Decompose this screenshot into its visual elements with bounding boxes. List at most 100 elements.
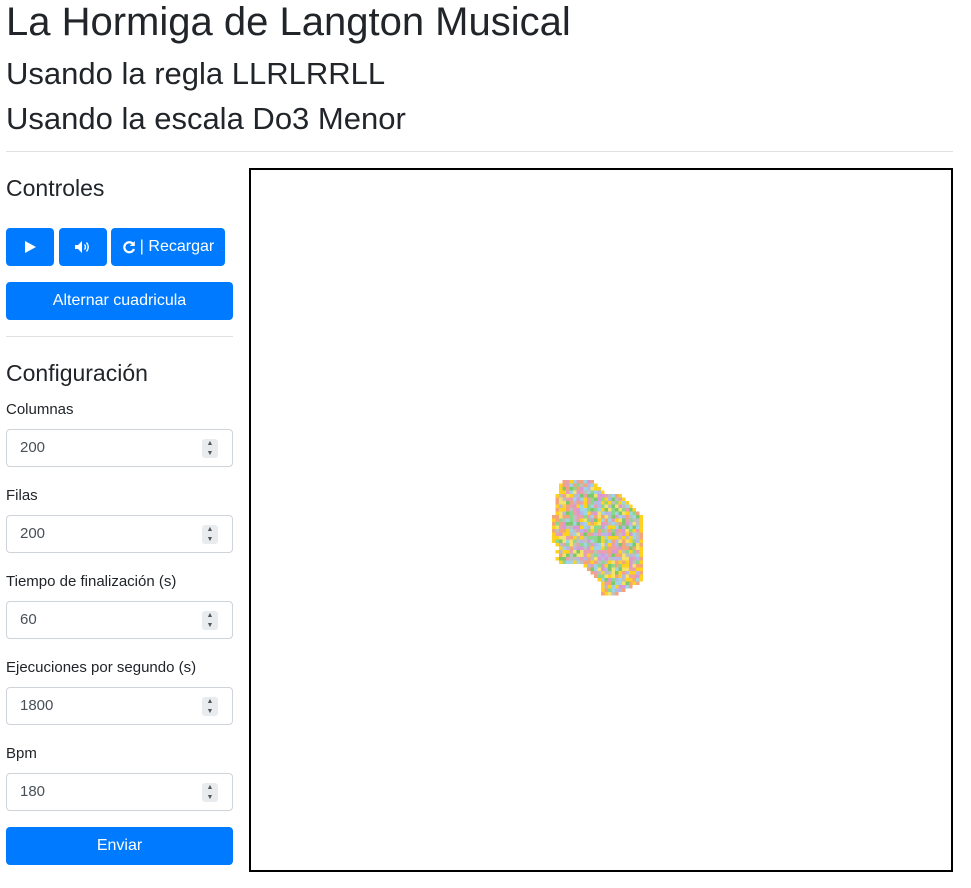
- reload-button[interactable]: | Recargar: [111, 228, 225, 266]
- grid-cell: [622, 539, 626, 543]
- grid-cell: [618, 543, 622, 547]
- sound-button[interactable]: [59, 228, 107, 266]
- grid-cell: [597, 529, 601, 533]
- grid-cell: [608, 585, 612, 589]
- grid-cell: [590, 483, 594, 487]
- bpm-input[interactable]: 180 ▲ ▼: [6, 773, 233, 811]
- bpm-stepper[interactable]: ▲ ▼: [202, 783, 218, 802]
- grid-cell: [615, 501, 619, 505]
- grid-cell: [555, 543, 559, 547]
- grid-cell: [618, 497, 622, 501]
- grid-cell: [562, 487, 566, 491]
- end-time-stepper[interactable]: ▲ ▼: [202, 611, 218, 630]
- play-button[interactable]: [6, 228, 54, 266]
- toggle-grid-button[interactable]: Alternar cuadricula: [6, 282, 233, 320]
- grid-cell: [632, 532, 636, 536]
- grid-cell: [587, 525, 591, 529]
- end-time-input[interactable]: 60 ▲ ▼: [6, 601, 233, 639]
- grid-cell: [615, 525, 619, 529]
- grid-cell: [622, 574, 626, 578]
- grid-cell: [611, 557, 615, 561]
- grid-cell: [615, 518, 619, 522]
- grid-cell: [590, 504, 594, 508]
- grid-cell: [632, 578, 636, 582]
- grid-cell: [587, 508, 591, 512]
- grid-cell: [611, 515, 615, 519]
- grid-cell: [601, 529, 605, 533]
- grid-cell: [590, 571, 594, 575]
- grid-cell: [576, 511, 580, 515]
- grid-cell: [580, 543, 584, 547]
- grid-cell: [594, 504, 598, 508]
- grid-cell: [615, 585, 619, 589]
- grid-cell: [573, 546, 577, 550]
- grid-cell: [590, 567, 594, 571]
- columns-stepper[interactable]: ▲ ▼: [202, 439, 218, 458]
- grid-cell: [611, 581, 615, 585]
- grid-cell: [597, 518, 601, 522]
- grid-cell: [608, 550, 612, 554]
- grid-cell: [597, 525, 601, 529]
- grid-cell: [629, 567, 633, 571]
- grid-cell: [608, 494, 612, 498]
- grid-cell: [639, 539, 643, 543]
- grid-cell: [622, 497, 626, 501]
- grid-cell: [629, 557, 633, 561]
- grid-cell: [597, 560, 601, 564]
- grid-cell: [587, 490, 591, 494]
- grid-cell: [608, 571, 612, 575]
- grid-cell: [590, 564, 594, 568]
- grid-cell: [611, 525, 615, 529]
- grid-cell: [632, 543, 636, 547]
- grid-cell: [618, 585, 622, 589]
- grid-cell: [552, 529, 556, 533]
- grid-cell: [608, 536, 612, 540]
- rows-input[interactable]: 200 ▲ ▼: [6, 515, 233, 553]
- grid-cell: [636, 571, 640, 575]
- submit-button[interactable]: Enviar: [6, 827, 233, 865]
- columns-input[interactable]: 200 ▲ ▼: [6, 429, 233, 467]
- grid-cell: [573, 553, 577, 557]
- grid-cell: [636, 564, 640, 568]
- grid-cell: [636, 543, 640, 547]
- grid-cell: [590, 518, 594, 522]
- end-time-label: Tiempo de finalización (s): [6, 573, 177, 590]
- grid-cell: [625, 511, 629, 515]
- grid-cell: [639, 550, 643, 554]
- grid-cell: [608, 557, 612, 561]
- reload-icon: [123, 241, 135, 254]
- simulation-canvas[interactable]: [249, 168, 953, 872]
- grid-cell: [601, 578, 605, 582]
- grid-cell: [608, 497, 612, 501]
- grid-cell: [555, 539, 559, 543]
- grid-cell: [636, 560, 640, 564]
- grid-cell: [583, 553, 587, 557]
- grid-cell: [573, 504, 577, 508]
- grid-cell: [639, 543, 643, 547]
- grid-cell: [608, 588, 612, 592]
- grid-cell: [639, 546, 643, 550]
- grid-cell: [594, 560, 598, 564]
- exec-stepper[interactable]: ▲ ▼: [202, 697, 218, 716]
- grid-cell: [555, 504, 559, 508]
- grid-cell: [594, 557, 598, 561]
- grid-cell: [580, 480, 584, 484]
- grid-cell: [590, 546, 594, 550]
- grid-cell: [576, 553, 580, 557]
- grid-cell: [615, 571, 619, 575]
- grid-cell: [608, 553, 612, 557]
- grid-cell: [559, 508, 563, 512]
- grid-cell: [590, 511, 594, 515]
- rows-stepper[interactable]: ▲ ▼: [202, 525, 218, 544]
- grid-cell: [604, 557, 608, 561]
- grid-cell: [583, 525, 587, 529]
- grid-cell: [639, 553, 643, 557]
- exec-input[interactable]: 1800 ▲ ▼: [6, 687, 233, 725]
- grid-cell: [608, 564, 612, 568]
- grid-cell: [583, 539, 587, 543]
- grid-cell: [611, 574, 615, 578]
- grid-cell: [618, 539, 622, 543]
- grid-cell: [618, 546, 622, 550]
- grid-cell: [590, 487, 594, 491]
- grid-cell: [569, 483, 573, 487]
